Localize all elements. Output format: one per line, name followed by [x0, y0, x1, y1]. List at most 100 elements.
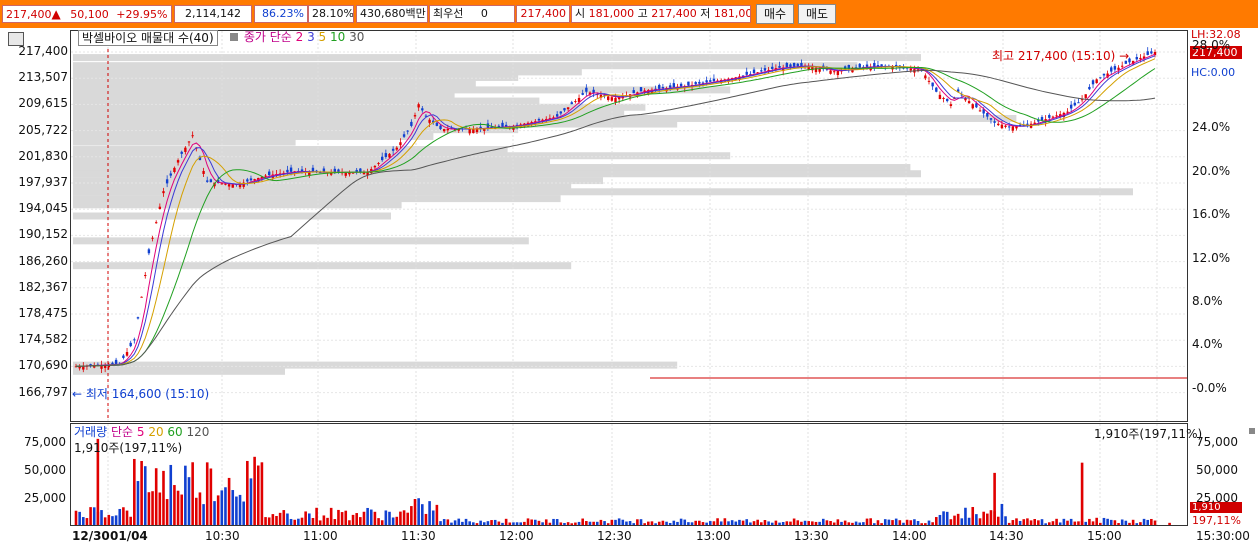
- candle-body: [377, 163, 380, 165]
- volume-bar: [829, 521, 832, 525]
- volume-bar: [854, 521, 858, 525]
- candle-body: [173, 167, 176, 172]
- open-value: 181,000: [588, 7, 635, 20]
- volume-bar: [967, 517, 971, 525]
- candle-body: [147, 249, 151, 254]
- candle-body: [752, 69, 756, 74]
- right-arrow-icon: →: [1119, 49, 1130, 63]
- volume-legend: 거래량 단순 5 20 60 120: [74, 426, 209, 439]
- buy-button[interactable]: 매수: [756, 4, 794, 24]
- volume-bar: [140, 460, 143, 525]
- volume-bar: [807, 521, 810, 525]
- volume-bar: [165, 499, 169, 525]
- volume-ma-period: 5: [136, 425, 145, 439]
- price-ma-label: 종가 단순: [243, 30, 292, 44]
- volume-bar: [180, 494, 184, 525]
- candle-body: [694, 82, 697, 85]
- volume-bar: [1051, 521, 1055, 525]
- volume-bar: [359, 517, 362, 525]
- candle-body: [1048, 115, 1051, 118]
- volume-bar: [504, 518, 508, 525]
- candle-body: [938, 94, 942, 100]
- volume-bar: [242, 501, 245, 525]
- supply-bar: [73, 237, 529, 245]
- volume-bar: [938, 514, 942, 525]
- chart-svg[interactable]: [0, 28, 1258, 548]
- volume-left-value: 1,910주(197,11%): [74, 441, 183, 455]
- volume-bar: [191, 462, 194, 525]
- candle-body: [833, 71, 836, 73]
- candle-body: [1000, 124, 1004, 129]
- volume-field: 2,114,142: [174, 5, 252, 23]
- candle-body: [1088, 86, 1091, 90]
- volume-bar: [1044, 523, 1047, 525]
- price-change: 50,100: [70, 8, 109, 21]
- candle-body: [220, 183, 224, 185]
- volume-bar: [373, 511, 377, 525]
- price-tick-label: 170,690: [18, 358, 68, 373]
- volume-bar: [741, 520, 745, 525]
- volume-bar: [873, 523, 876, 525]
- volume-bar: [216, 495, 220, 525]
- candle-body: [428, 119, 431, 123]
- candle-body: [661, 87, 665, 89]
- candle-body: [1073, 102, 1077, 106]
- volume-bar: [876, 520, 880, 525]
- candle-body: [1099, 77, 1102, 79]
- price-field: 217,400▲ 50,100 +29.95%: [2, 5, 172, 23]
- candle-body: [1011, 126, 1015, 131]
- volume-bar: [264, 517, 267, 525]
- chart-title[interactable]: 박셀바이오 매물대 수(40): [78, 30, 218, 46]
- scroll-handle[interactable]: [1249, 428, 1255, 434]
- ohl-field: 시 181,000 고 217,400 저 181,000: [571, 5, 751, 23]
- volume-bar: [760, 522, 763, 525]
- volume-bar: [964, 507, 967, 525]
- candle-body: [712, 78, 716, 82]
- price-change-pct: +29.95%: [116, 8, 168, 21]
- candle-body: [570, 102, 573, 105]
- volume-bar: [202, 504, 205, 525]
- candle-body: [180, 151, 183, 154]
- volume-bar: [377, 518, 380, 525]
- volume-bar: [865, 518, 869, 525]
- volume-bar: [803, 520, 807, 525]
- chart-area[interactable]: 박셀바이오 매물대 수(40) 종가 단순 2 3 5 10 30 최고 217…: [0, 28, 1258, 548]
- sell-button[interactable]: 매도: [798, 4, 836, 24]
- candle-body: [632, 90, 635, 94]
- volume-bar: [749, 522, 752, 525]
- volume-bar: [544, 519, 548, 525]
- volume-bar: [151, 491, 154, 525]
- current-price: 217,400: [6, 8, 52, 21]
- candle-body: [479, 126, 482, 129]
- price-tick-label: 217,400: [18, 44, 68, 58]
- candle-body: [227, 184, 231, 187]
- volume-bar: [1168, 522, 1171, 525]
- volume-bar: [318, 520, 322, 525]
- volume-bar: [209, 468, 213, 525]
- candle-body: [191, 135, 194, 137]
- volume-bar: [278, 512, 282, 525]
- volume-bar: [293, 519, 297, 525]
- time-tick-label: 15:30:00: [1196, 529, 1250, 543]
- volume-tick-label: 75,000: [24, 435, 66, 449]
- candle-body: [614, 97, 617, 103]
- volume-bar: [942, 511, 945, 525]
- volume-bar: [468, 521, 471, 525]
- volume-bar: [238, 494, 242, 525]
- volume-bar: [924, 523, 927, 525]
- price-tick-label: 182,367: [18, 279, 68, 294]
- volume-bar: [756, 519, 759, 525]
- candle-body: [1007, 126, 1011, 128]
- candle-body: [705, 80, 708, 83]
- candle-body: [442, 129, 446, 132]
- volume-bar: [446, 519, 450, 525]
- volume-tick-label-right: 75,000: [1196, 435, 1238, 449]
- volume-bar: [1015, 518, 1018, 525]
- candle-body: [1069, 104, 1073, 109]
- candle-body: [1066, 111, 1069, 113]
- volume-bar: [898, 520, 902, 525]
- volume-bar: [337, 509, 340, 525]
- volume-bar: [1066, 520, 1069, 525]
- volume-bar: [78, 511, 81, 525]
- volume-bar: [712, 521, 716, 525]
